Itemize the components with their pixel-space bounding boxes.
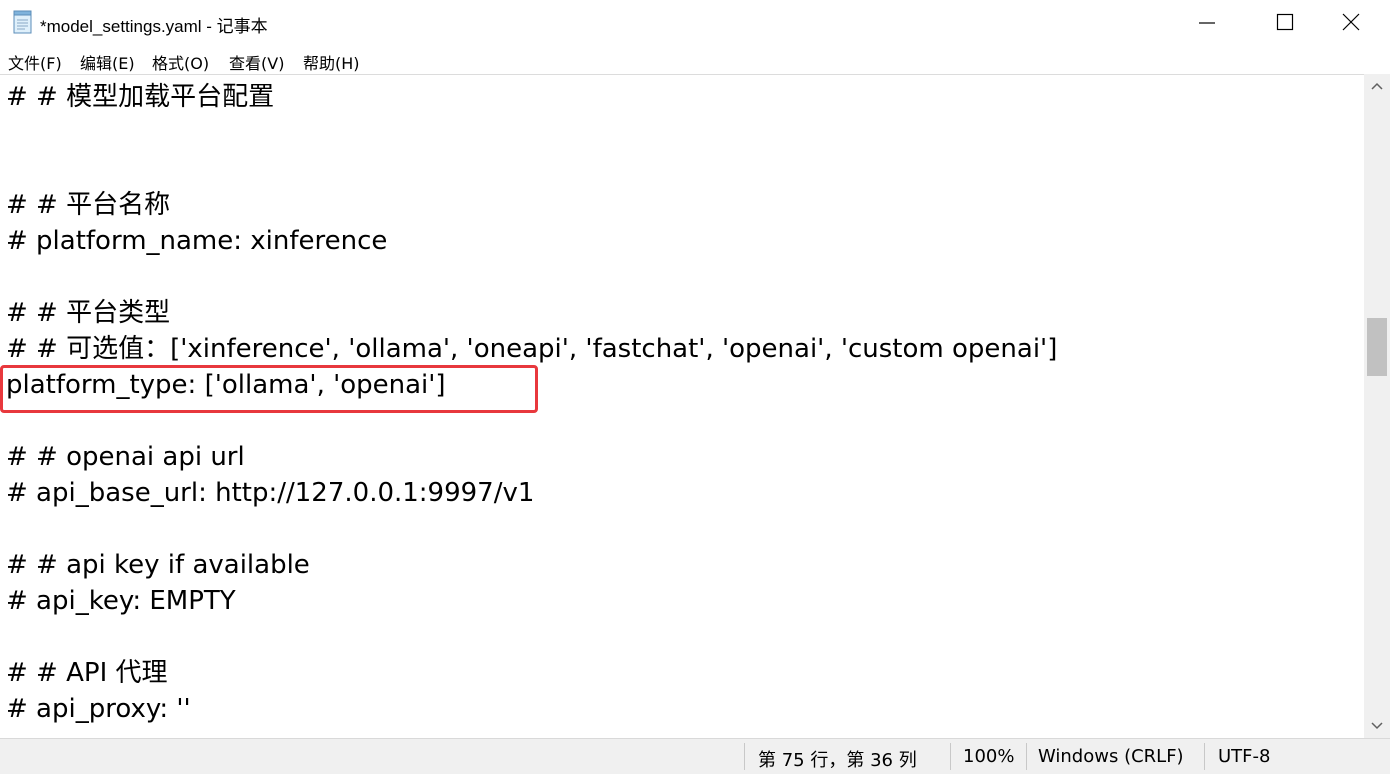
editor-line: # # API 代理	[6, 658, 168, 688]
status-bar: 第 75 行，第 36 列 100% Windows (CRLF) UTF-8	[0, 738, 1390, 774]
menu-view[interactable]: 查看(V)	[229, 50, 284, 74]
editor-line: # api_key: EMPTY	[6, 586, 236, 616]
chevron-down-icon	[1371, 722, 1383, 730]
menu-format[interactable]: 格式(O)	[152, 50, 209, 74]
vertical-scrollbar[interactable]	[1364, 74, 1390, 738]
status-divider	[1026, 743, 1027, 770]
line-ending: Windows (CRLF)	[1038, 746, 1184, 767]
editor-line: # api_base_url: http://127.0.0.1:9997/v1	[6, 478, 535, 508]
minimize-icon	[1199, 22, 1215, 24]
menu-help[interactable]: 帮助(H)	[303, 50, 360, 74]
scroll-thumb[interactable]	[1367, 318, 1387, 376]
scroll-down-button[interactable]	[1364, 712, 1390, 738]
close-icon	[1342, 13, 1360, 31]
editor-line: # # 平台名称	[6, 190, 171, 220]
title-bar: *model_settings.yaml - 记事本	[0, 0, 1390, 44]
close-button[interactable]	[1312, 0, 1390, 44]
editor-line: # # 模型加载平台配置	[6, 82, 275, 112]
editor-line: # # api key if available	[6, 550, 310, 580]
menu-file[interactable]: 文件(F)	[8, 50, 62, 74]
highlight-box	[0, 365, 538, 413]
menu-bar: 文件(F) 编辑(E) 格式(O) 查看(V) 帮助(H)	[0, 44, 1390, 74]
chevron-up-icon	[1371, 82, 1383, 90]
text-editor[interactable]: # # 模型加载平台配置 # # 平台名称 # platform_name: x…	[0, 74, 1364, 739]
editor-line: # # openai api url	[6, 442, 245, 472]
window-title: *model_settings.yaml - 记事本	[40, 17, 268, 36]
menu-edit[interactable]: 编辑(E)	[80, 50, 135, 74]
maximize-icon	[1276, 13, 1294, 31]
status-divider	[1204, 743, 1205, 770]
status-divider	[950, 743, 951, 770]
status-divider	[744, 743, 745, 770]
editor-line: # # 平台类型	[6, 298, 171, 328]
minimize-button[interactable]	[1168, 0, 1246, 44]
editor-line: # # 可选值：['xinference', 'ollama', 'oneapi…	[6, 334, 1058, 364]
editor-line: # platform_name: xinference	[6, 226, 388, 256]
cursor-position: 第 75 行，第 36 列	[758, 750, 917, 771]
editor-line: # api_proxy: ''	[6, 694, 191, 724]
scroll-up-button[interactable]	[1364, 74, 1390, 100]
zoom-level: 100%	[963, 746, 1015, 767]
notepad-icon	[13, 10, 32, 34]
encoding: UTF-8	[1218, 746, 1271, 767]
